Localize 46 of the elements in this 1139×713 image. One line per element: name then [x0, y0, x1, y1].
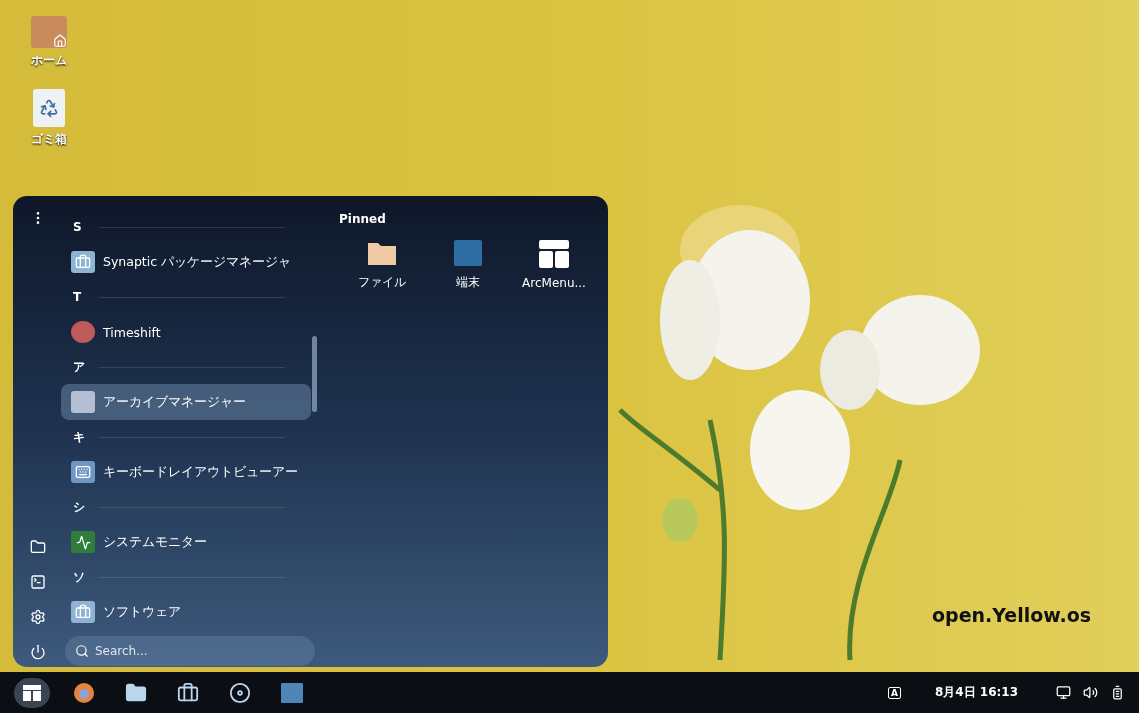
display-icon[interactable] — [1056, 685, 1071, 700]
pinned-app[interactable]: ArcMenu... — [511, 236, 597, 295]
clock[interactable]: 8月4日 16:13 — [934, 684, 1018, 701]
pinned-heading: Pinned — [339, 212, 387, 226]
briefcase-icon — [71, 251, 95, 273]
app-list-item[interactable]: システムモニター — [61, 524, 311, 560]
power-icon[interactable] — [28, 642, 48, 662]
search-icon — [75, 644, 89, 658]
trash-icon[interactable] — [33, 89, 65, 127]
section-letter: キ — [73, 428, 86, 446]
disc-icon — [229, 681, 251, 704]
app-list-item[interactable]: Timeshift — [61, 314, 311, 350]
layout-icon — [23, 684, 41, 701]
desktop-icon-label: ホーム — [31, 52, 67, 69]
folder-icon — [125, 681, 147, 704]
section-letter: ア — [73, 358, 86, 376]
briefcase-icon — [71, 601, 95, 623]
settings-icon[interactable] — [28, 607, 48, 627]
wallpaper-brand-text: open.Yellow.os — [932, 604, 1092, 626]
section-letter: ソ — [73, 568, 86, 586]
app-list-item[interactable]: アーカイブマネージャー — [61, 384, 311, 420]
layout-icon — [539, 240, 569, 268]
section-letter: T — [73, 290, 83, 304]
section-letter: S — [73, 220, 83, 234]
taskbar-app-button[interactable] — [14, 677, 50, 708]
folder-icon — [367, 240, 397, 266]
volume-icon[interactable] — [1083, 685, 1098, 700]
app-list-item[interactable]: ソフトウェア — [61, 594, 311, 630]
system-monitor-icon — [71, 531, 95, 553]
briefcase-icon — [177, 681, 199, 704]
browser-icon — [73, 681, 95, 704]
terminal-icon — [281, 682, 303, 703]
timeshift-icon — [71, 321, 95, 343]
scrollbar-thumb[interactable] — [312, 336, 317, 412]
archive-icon — [71, 391, 95, 413]
app-list-item[interactable]: キーボードレイアウトビューアー — [61, 454, 311, 490]
terminal-icon — [454, 240, 482, 266]
desktop-icon-label: ゴミ箱 — [31, 131, 67, 148]
pinned-app[interactable]: ファイル — [339, 236, 425, 295]
section-letter: シ — [73, 498, 86, 516]
battery-icon[interactable] — [1110, 685, 1125, 700]
app-list-item[interactable]: Synaptic パッケージマネージャ — [61, 244, 311, 280]
terminal-icon[interactable] — [28, 572, 48, 592]
keyboard-layout-indicator[interactable]: A — [887, 686, 901, 699]
pinned-app[interactable]: 端末 — [425, 236, 511, 295]
keyboard-icon — [71, 461, 95, 483]
